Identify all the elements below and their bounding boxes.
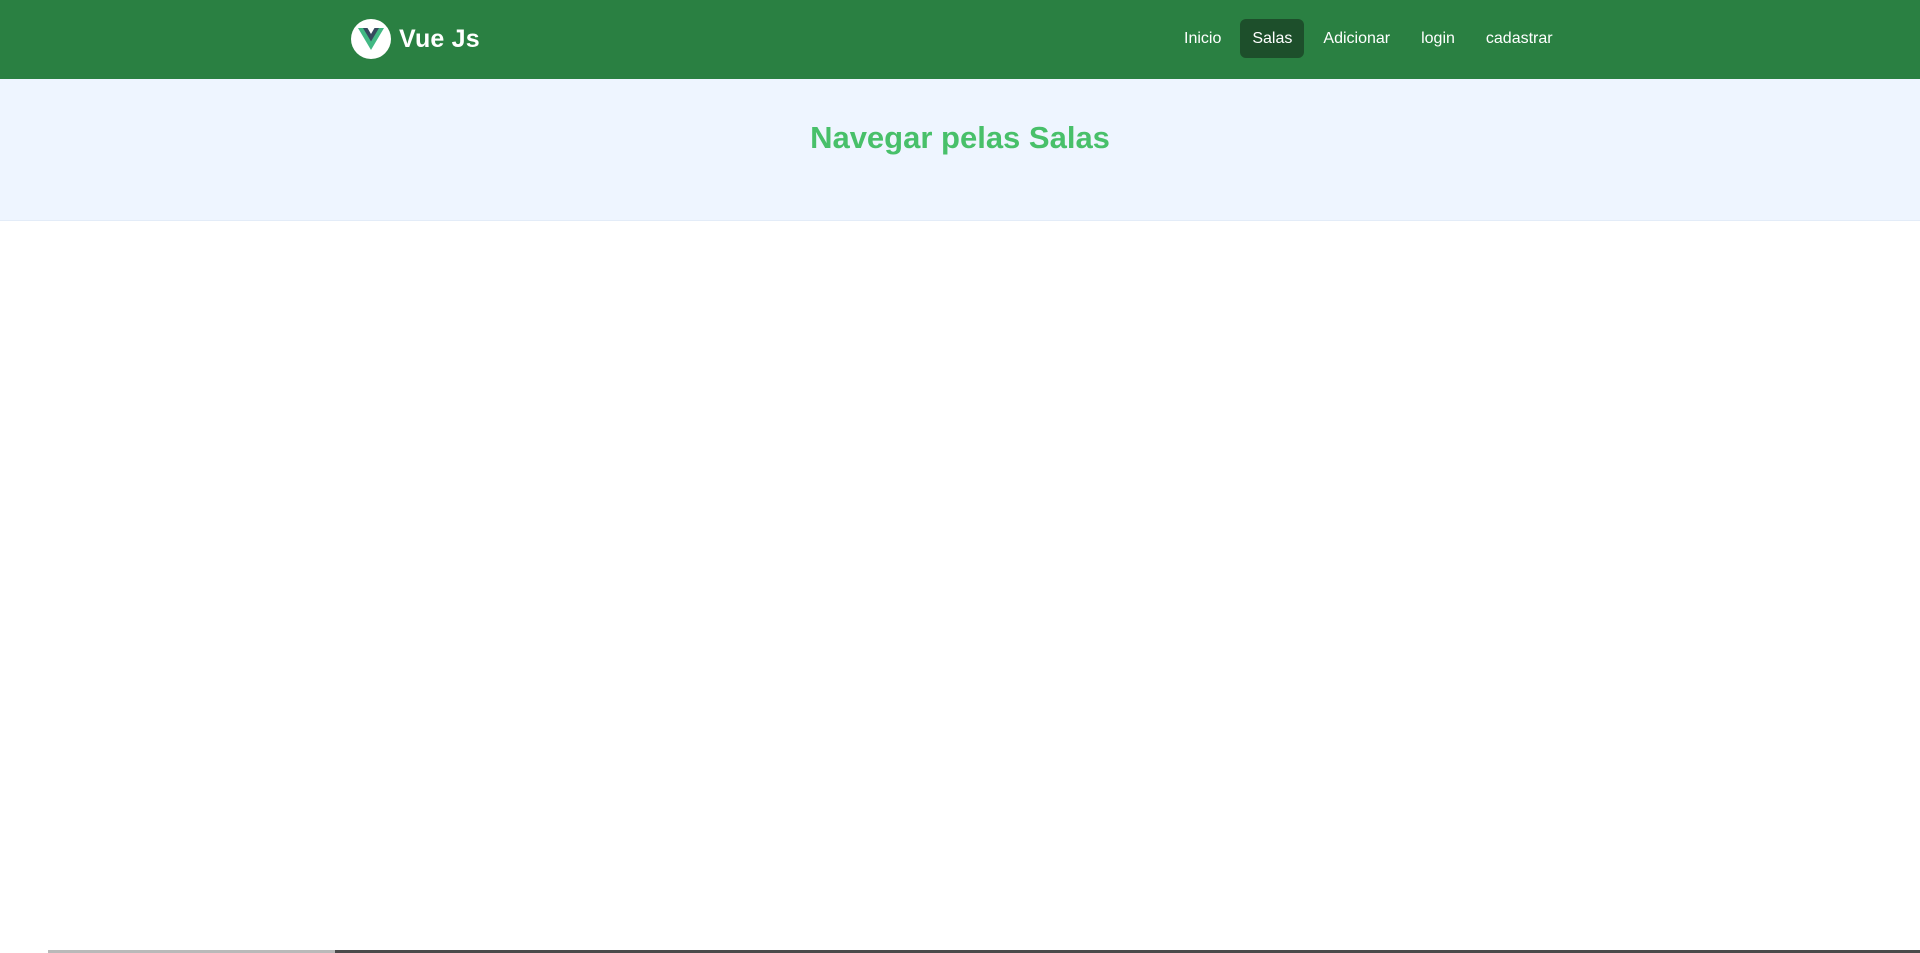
nav-item-salas[interactable]: Salas <box>1240 19 1305 58</box>
nav-item-adicionar[interactable]: Adicionar <box>1311 19 1402 58</box>
nav-item-inicio[interactable]: Inicio <box>1172 19 1233 58</box>
vue-logo-icon <box>351 19 391 59</box>
main-nav: Inicio Salas Adicionar login cadastrar <box>1172 19 1572 58</box>
page-title: Navegar pelas Salas <box>810 120 1110 155</box>
brand-name: Vue Js <box>399 24 480 53</box>
hero-banner: Navegar pelas Salas <box>0 79 1920 221</box>
brand-link[interactable]: Vue Js <box>351 18 480 60</box>
nav-item-login[interactable]: login <box>1409 19 1467 58</box>
navbar: Vue Js Inicio Salas Adicionar login cada… <box>0 0 1920 79</box>
nav-item-cadastrar[interactable]: cadastrar <box>1474 19 1565 58</box>
